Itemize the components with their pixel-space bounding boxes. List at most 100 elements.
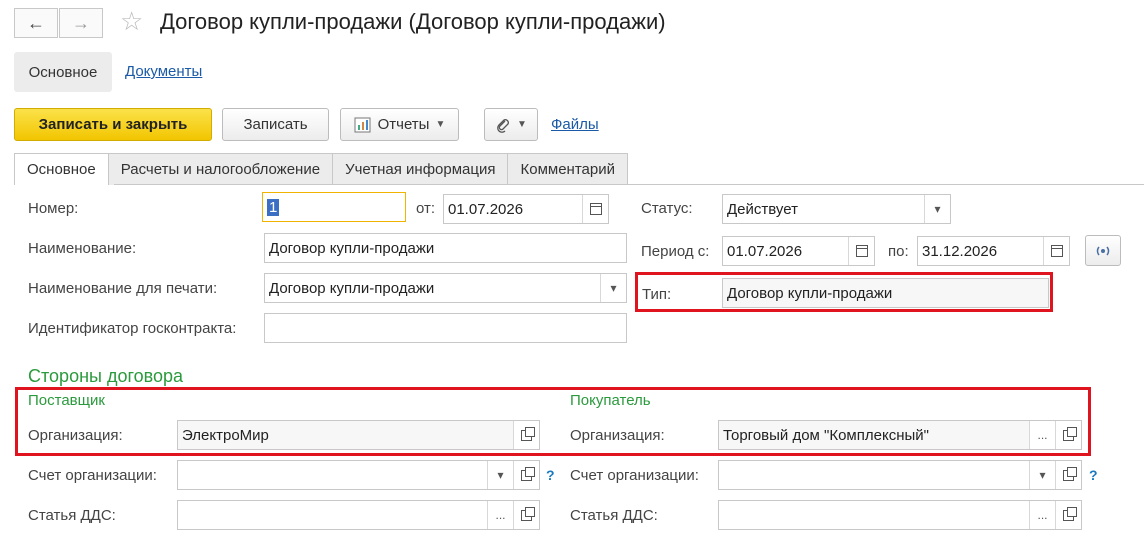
period-to-input[interactable]: 31.12.2026: [917, 236, 1070, 266]
chevron-down-icon: ▾: [1039, 468, 1046, 482]
buyer-account-label: Счет организации:: [570, 467, 699, 484]
broadcast-icon: [1096, 246, 1110, 255]
name-input[interactable]: Договор купли-продажи: [264, 233, 627, 263]
supplier-org-label: Организация:: [28, 427, 123, 444]
supplier-dds-label: Статья ДДС:: [28, 507, 116, 524]
calendar-button[interactable]: [1043, 237, 1069, 265]
save-close-label: Записать и закрыть: [38, 116, 188, 133]
print-name-select[interactable]: Договор купли-продажи ▾: [264, 273, 627, 303]
period-from-label: Период с:: [641, 243, 710, 260]
type-label: Тип:: [642, 286, 672, 303]
number-value: 1: [267, 198, 280, 216]
calendar-button[interactable]: [582, 195, 608, 223]
attach-button[interactable]: ▼: [484, 108, 538, 141]
arrow-right-icon: →: [72, 12, 90, 33]
supplier-account-label: Счет организации:: [28, 467, 157, 484]
open-window-icon: [521, 426, 535, 441]
calendar-button[interactable]: [848, 237, 874, 265]
status-select[interactable]: Действует ▾: [722, 194, 951, 224]
calendar-icon: [855, 245, 868, 257]
supplier-org-field[interactable]: ЭлектроМир: [177, 420, 540, 450]
name-label: Наименование:: [28, 240, 137, 257]
buyer-dds-input[interactable]: ...: [718, 500, 1082, 530]
calendar-icon: [1050, 245, 1063, 257]
buyer-account-select[interactable]: ▾: [718, 460, 1082, 490]
gov-id-input[interactable]: [264, 313, 627, 343]
favorite-star-icon[interactable]: ☆: [120, 6, 143, 37]
dropdown-button[interactable]: ▾: [1029, 461, 1055, 489]
from-date-input[interactable]: 01.07.2026: [443, 194, 609, 224]
supplier-title: Поставщик: [28, 392, 105, 409]
open-window-icon: [1063, 466, 1077, 481]
help-icon[interactable]: ?: [546, 467, 555, 483]
chevron-down-icon: ▾: [497, 468, 504, 482]
buyer-title: Покупатель: [570, 392, 651, 409]
print-name-value: Договор купли-продажи: [269, 279, 435, 297]
from-date-value: 01.07.2026: [448, 200, 524, 218]
save-button[interactable]: Записать: [222, 108, 329, 141]
period-to-value: 31.12.2026: [922, 242, 998, 260]
arrow-left-icon: ←: [27, 12, 45, 33]
chevron-down-icon: ▾: [934, 202, 941, 216]
files-link[interactable]: Файлы: [551, 116, 599, 133]
tab-settlements[interactable]: Расчеты и налогообложение: [107, 153, 334, 185]
save-close-button[interactable]: Записать и закрыть: [14, 108, 212, 141]
open-window-icon: [521, 466, 535, 481]
back-button[interactable]: ←: [14, 8, 58, 38]
status-dropdown-button[interactable]: ▾: [924, 195, 950, 223]
supplier-account-select[interactable]: ▾: [177, 460, 540, 490]
chevron-down-icon: ▾: [610, 281, 617, 295]
select-button[interactable]: ...: [1029, 421, 1055, 449]
open-button[interactable]: [513, 501, 539, 529]
open-button[interactable]: [513, 421, 539, 449]
open-button[interactable]: [513, 461, 539, 489]
tab-comment[interactable]: Комментарий: [507, 153, 628, 185]
tab-accounting[interactable]: Учетная информация: [332, 153, 509, 185]
status-label: Статус:: [641, 200, 693, 217]
dropdown-button[interactable]: ▾: [487, 461, 513, 489]
period-from-input[interactable]: 01.07.2026: [722, 236, 875, 266]
buyer-org-label: Организация:: [570, 427, 665, 444]
buyer-org-field[interactable]: Торговый дом "Комплексный" ...: [718, 420, 1082, 450]
select-button[interactable]: ...: [1029, 501, 1055, 529]
reports-button[interactable]: Отчеты ▼: [340, 108, 459, 141]
reports-label: Отчеты: [377, 116, 430, 133]
number-input[interactable]: 1: [262, 192, 406, 222]
print-name-label: Наименование для печати:: [28, 280, 218, 297]
forward-button[interactable]: →: [59, 8, 103, 38]
supplier-dds-input[interactable]: ...: [177, 500, 540, 530]
buyer-org-value: Торговый дом "Комплексный": [723, 426, 929, 444]
page-title: Договор купли-продажи (Договор купли-про…: [160, 9, 666, 34]
open-button[interactable]: [1055, 421, 1081, 449]
print-name-dropdown-button[interactable]: ▾: [600, 274, 626, 302]
status-value: Действует: [727, 200, 798, 218]
tab-bar: Основное Расчеты и налогообложение Учетн…: [14, 153, 628, 185]
open-window-icon: [1063, 426, 1077, 441]
type-value: Договор купли-продажи: [727, 284, 893, 302]
period-from-value: 01.07.2026: [727, 242, 803, 260]
calendar-icon: [589, 203, 602, 215]
caret-down-icon: ▼: [435, 119, 446, 130]
tab-divider: [114, 184, 1144, 185]
paperclip-icon: [497, 118, 509, 133]
report-icon: [354, 117, 371, 132]
section-main[interactable]: Основное: [14, 52, 112, 92]
help-icon[interactable]: ?: [1089, 467, 1098, 483]
open-button[interactable]: [1055, 501, 1081, 529]
caret-down-icon: ▼: [517, 119, 527, 130]
parties-title: Стороны договора: [28, 366, 184, 386]
supplier-org-value: ЭлектроМир: [182, 426, 269, 444]
period-to-label: по:: [888, 243, 909, 260]
open-window-icon: [1063, 506, 1077, 521]
save-label: Записать: [243, 116, 308, 133]
name-value: Договор купли-продажи: [269, 239, 435, 257]
tab-main[interactable]: Основное: [14, 153, 109, 185]
from-date-label: от:: [416, 200, 436, 217]
open-button[interactable]: [1055, 461, 1081, 489]
type-field: Договор купли-продажи: [722, 278, 1049, 308]
buyer-dds-label: Статья ДДС:: [570, 507, 658, 524]
period-settings-button[interactable]: [1085, 235, 1121, 266]
gov-id-label: Идентификатор госконтракта:: [28, 320, 237, 337]
select-button[interactable]: ...: [487, 501, 513, 529]
section-documents-link[interactable]: Документы: [125, 63, 202, 80]
